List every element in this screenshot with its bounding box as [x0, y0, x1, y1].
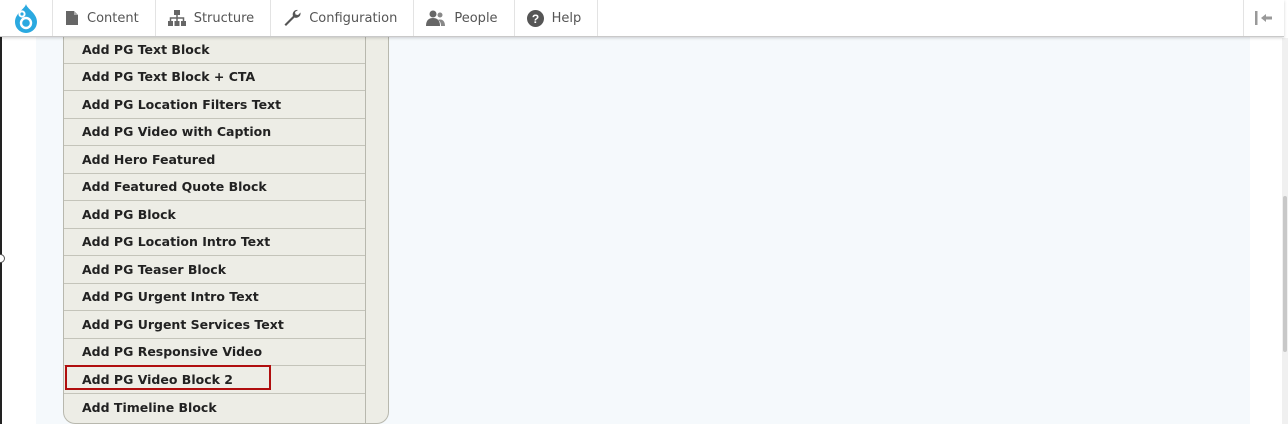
svg-text:?: ? — [531, 12, 538, 26]
toolbar-item-label: Content — [87, 10, 139, 26]
toolbar-item-content[interactable]: Content — [52, 0, 155, 36]
toolbar-item-label: Structure — [193, 10, 255, 26]
toolbar-item-help[interactable]: ? Help — [513, 0, 599, 36]
dropdown-item[interactable]: Add PG Block — [64, 201, 365, 229]
dropdown-item[interactable]: Add PG Text Block + CTA — [64, 64, 365, 91]
dropdown-item[interactable]: Add PG Location Intro Text — [64, 229, 365, 256]
dropdown-item[interactable]: Add Featured Quote Block — [64, 174, 365, 201]
admin-toolbar: Content Structure Configuration People ? — [0, 0, 1284, 37]
toolbar-item-configuration[interactable]: Configuration — [270, 0, 413, 36]
people-icon — [426, 10, 446, 26]
toolbar-item-label: Help — [551, 10, 582, 26]
dropdown-item[interactable]: Add PG Text Block — [64, 36, 365, 64]
dropdown-menu-list: Add PG Text Block Add PG Text Block + CTA… — [64, 36, 366, 423]
vertical-scrollbar[interactable] — [1282, 38, 1288, 424]
dropdown-item-highlighted[interactable]: Add PG Video Block 2 — [64, 365, 365, 394]
drupal-logo-icon[interactable] — [0, 0, 52, 36]
sitemap-icon — [167, 10, 186, 26]
dropdown-item[interactable]: Add PG Urgent Services Text — [64, 311, 365, 339]
dropdown-item[interactable]: Add Hero Featured — [64, 146, 365, 174]
orientation-toggle-icon[interactable] — [1243, 0, 1284, 36]
dropdown-item[interactable]: Add PG Urgent Intro Text — [64, 284, 365, 311]
dropdown-item[interactable]: Add PG Responsive Video — [64, 339, 365, 366]
dropdown-item[interactable]: Add PG Teaser Block — [64, 256, 365, 284]
add-block-dropdown: Add PG Text Block Add PG Text Block + CTA… — [63, 36, 389, 424]
window-left-edge — [0, 0, 2, 424]
toolbar-item-people[interactable]: People — [413, 0, 513, 36]
toolbar-item-structure[interactable]: Structure — [154, 0, 270, 36]
scrollbar-thumb[interactable] — [1283, 196, 1287, 352]
resize-handle[interactable] — [0, 254, 5, 263]
dropdown-item[interactable]: Add PG Location Filters Text — [64, 91, 365, 119]
dropdown-item[interactable]: Add PG Video with Caption — [64, 119, 365, 146]
dropdown-item[interactable]: Add Timeline Block — [64, 394, 365, 422]
help-icon: ? — [526, 9, 544, 27]
wrench-icon — [284, 9, 301, 26]
toolbar-item-label: People — [454, 10, 498, 26]
file-icon — [66, 11, 78, 25]
toolbar-item-label: Configuration — [309, 10, 398, 26]
